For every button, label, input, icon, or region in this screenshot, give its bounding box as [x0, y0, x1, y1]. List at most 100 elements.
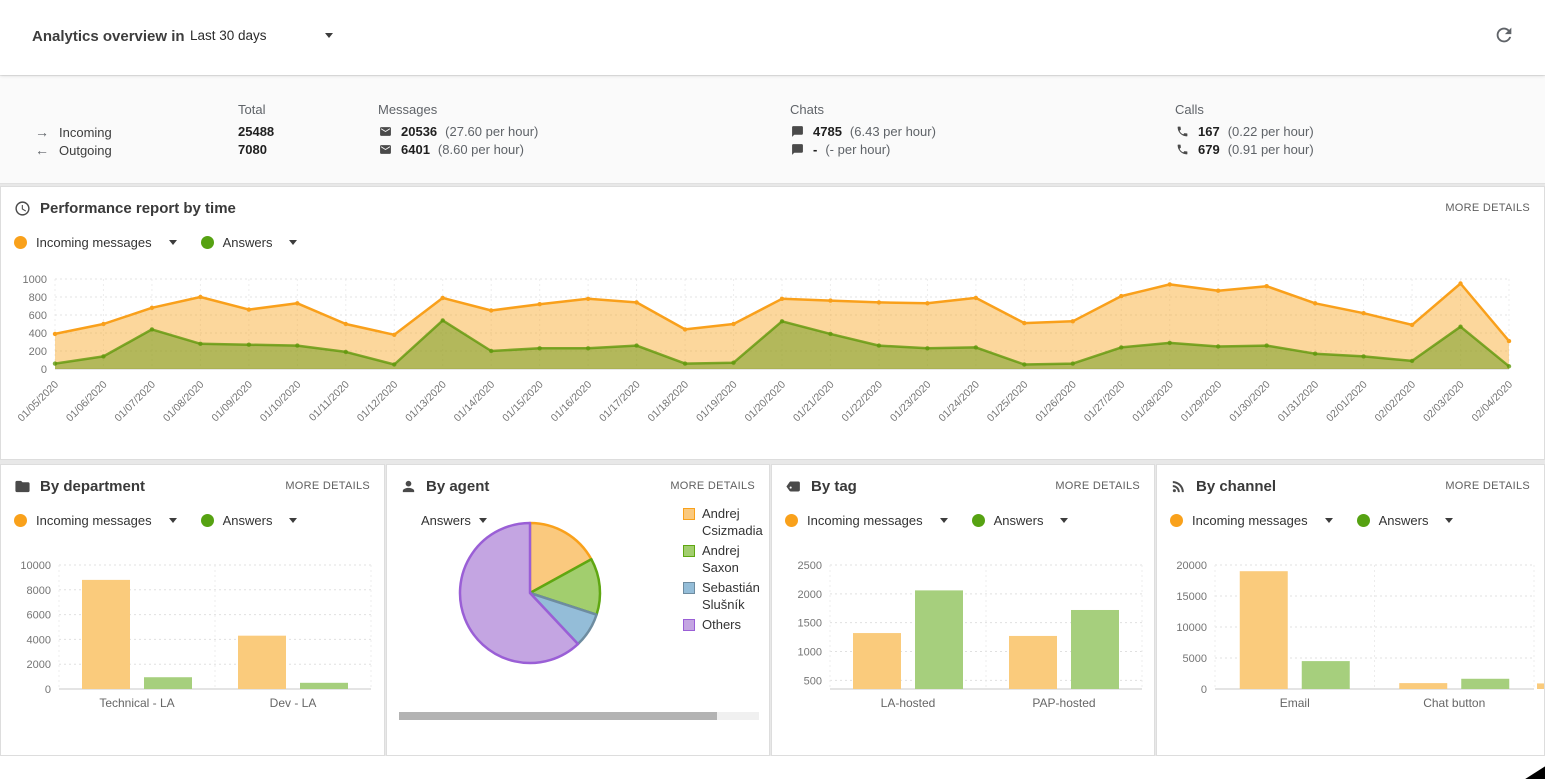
svg-text:Email: Email — [1280, 696, 1310, 710]
agent-pie-legend: Andrej CsizmadiaAndrej SaxonSebastián Sl… — [683, 505, 769, 636]
pie-legend-label: Andrej Saxon — [702, 542, 769, 576]
svg-text:01/08/2020: 01/08/2020 — [161, 379, 207, 425]
footer-strip — [0, 756, 1545, 779]
agent-horizontal-scrollbar[interactable] — [399, 712, 759, 720]
green-series-dot-icon — [1357, 514, 1370, 527]
svg-text:20000: 20000 — [1176, 560, 1207, 572]
refresh-icon — [1493, 24, 1515, 46]
calls-outgoing-value: 679 — [1198, 142, 1220, 157]
svg-text:0: 0 — [1201, 684, 1207, 696]
svg-text:0: 0 — [41, 364, 47, 376]
refresh-button[interactable] — [1493, 24, 1515, 46]
calls-column-label: Calls — [1175, 102, 1204, 117]
calls-incoming-value: 167 — [1198, 124, 1220, 139]
tag-icon — [785, 478, 802, 495]
svg-text:800: 800 — [29, 292, 47, 304]
incoming-row-label: Incoming — [59, 125, 112, 140]
svg-text:01/14/2020: 01/14/2020 — [452, 379, 498, 425]
svg-text:PAP-hosted: PAP-hosted — [1032, 696, 1095, 710]
svg-text:Dev - LA: Dev - LA — [270, 696, 317, 710]
svg-text:15000: 15000 — [1176, 591, 1207, 603]
answers-series-selector[interactable]: Answers — [1357, 513, 1454, 528]
department-legend: Incoming messages Answers — [14, 513, 311, 528]
performance-panel-title: Performance report by time — [40, 200, 236, 217]
agent-panel-title: By agent — [426, 478, 489, 495]
orange-series-dot-icon — [14, 236, 27, 249]
tag-more-details-link[interactable]: MORE DETAILS — [1055, 480, 1140, 492]
green-series-dot-icon — [201, 514, 214, 527]
legend-color-chip-icon — [683, 545, 695, 557]
svg-text:01/18/2020: 01/18/2020 — [646, 379, 692, 425]
department-more-details-link[interactable]: MORE DETAILS — [285, 480, 370, 492]
orange-series-dot-icon — [14, 514, 27, 527]
chevron-down-icon — [1325, 518, 1333, 523]
svg-text:10000: 10000 — [1176, 622, 1207, 634]
answers-series-selector[interactable]: Answers — [972, 513, 1069, 528]
chevron-down-icon — [940, 518, 948, 523]
answers-legend-label: Answers — [1379, 513, 1429, 528]
svg-text:01/25/2020: 01/25/2020 — [985, 379, 1031, 425]
by-agent-panel: By agent MORE DETAILS Answers Andrej Csi… — [386, 464, 770, 756]
svg-text:2000: 2000 — [27, 659, 51, 671]
tag-panel-title: By tag — [811, 478, 857, 495]
chats-outgoing-rate: (- per hour) — [825, 142, 890, 157]
chats-outgoing-value: - — [813, 142, 817, 157]
messages-incoming-rate: (27.60 per hour) — [445, 124, 538, 139]
svg-text:01/27/2020: 01/27/2020 — [1082, 379, 1128, 425]
phone-icon — [1175, 125, 1190, 138]
performance-legend: Incoming messages Answers — [14, 235, 311, 250]
svg-text:01/26/2020: 01/26/2020 — [1033, 379, 1079, 425]
performance-more-details-link[interactable]: MORE DETAILS — [1445, 202, 1530, 214]
answers-series-selector[interactable]: Answers — [201, 235, 298, 250]
messages-outgoing-value: 6401 — [401, 142, 430, 157]
by-channel-panel: By channel MORE DETAILS Incoming message… — [1156, 464, 1545, 756]
calls-incoming-rate: (0.22 per hour) — [1228, 124, 1314, 139]
svg-text:01/06/2020: 01/06/2020 — [64, 379, 110, 425]
svg-text:02/01/2020: 02/01/2020 — [1324, 379, 1370, 425]
incoming-messages-legend-label: Incoming messages — [36, 235, 152, 250]
svg-text:1000: 1000 — [23, 274, 47, 286]
answers-legend-label: Answers — [223, 235, 273, 250]
svg-text:01/10/2020: 01/10/2020 — [258, 379, 304, 425]
svg-text:1500: 1500 — [798, 618, 822, 630]
incoming-messages-legend-label: Incoming messages — [36, 513, 152, 528]
tag-bar-chart: 5001000150020002500LA-hostedPAP-hosted — [776, 555, 1152, 723]
date-range-select[interactable]: Last 30 days — [190, 28, 333, 43]
agent-more-details-link[interactable]: MORE DETAILS — [670, 480, 755, 492]
top-bar: Analytics overview in Last 30 days — [0, 0, 1545, 75]
svg-text:200: 200 — [29, 346, 47, 358]
channel-more-details-link[interactable]: MORE DETAILS — [1445, 480, 1530, 492]
by-tag-panel: By tag MORE DETAILS Incoming messages An… — [771, 464, 1155, 756]
incoming-messages-series-selector[interactable]: Incoming messages — [14, 235, 177, 250]
outgoing-row-label: Outgoing — [59, 143, 112, 158]
chat-bubble-icon — [790, 125, 805, 138]
channel-panel-title: By channel — [1196, 478, 1276, 495]
incoming-messages-series-selector[interactable]: Incoming messages — [14, 513, 177, 528]
svg-text:01/24/2020: 01/24/2020 — [936, 379, 982, 425]
svg-text:01/30/2020: 01/30/2020 — [1227, 379, 1273, 425]
svg-text:01/12/2020: 01/12/2020 — [355, 379, 401, 425]
agent-scrollbar-thumb[interactable] — [399, 712, 717, 720]
svg-text:Technical - LA: Technical - LA — [99, 696, 174, 710]
pie-legend-item: Andrej Csizmadia — [683, 505, 769, 539]
svg-text:01/05/2020: 01/05/2020 — [15, 379, 61, 425]
channel-bar-chart: 05000100001500020000EmailChat button — [1161, 555, 1544, 723]
messages-outgoing-rate: (8.60 per hour) — [438, 142, 524, 157]
envelope-icon — [378, 125, 393, 138]
incoming-messages-series-selector[interactable]: Incoming messages — [785, 513, 948, 528]
chats-incoming-value: 4785 — [813, 124, 842, 139]
chevron-down-icon — [169, 240, 177, 245]
messages-column-label: Messages — [378, 102, 437, 117]
incoming-messages-series-selector[interactable]: Incoming messages — [1170, 513, 1333, 528]
total-column-label: Total — [238, 102, 265, 117]
calls-outgoing-rate: (0.91 per hour) — [1228, 142, 1314, 157]
legend-color-chip-icon — [683, 508, 695, 520]
svg-text:01/16/2020: 01/16/2020 — [549, 379, 595, 425]
answers-series-selector[interactable]: Answers — [201, 513, 298, 528]
folder-icon — [14, 478, 31, 495]
envelope-icon — [378, 143, 393, 156]
pie-legend-label: Andrej Csizmadia — [702, 505, 769, 539]
chevron-down-icon — [325, 33, 333, 38]
arrow-left-icon: ← — [35, 142, 49, 158]
svg-text:01/20/2020: 01/20/2020 — [742, 379, 788, 425]
